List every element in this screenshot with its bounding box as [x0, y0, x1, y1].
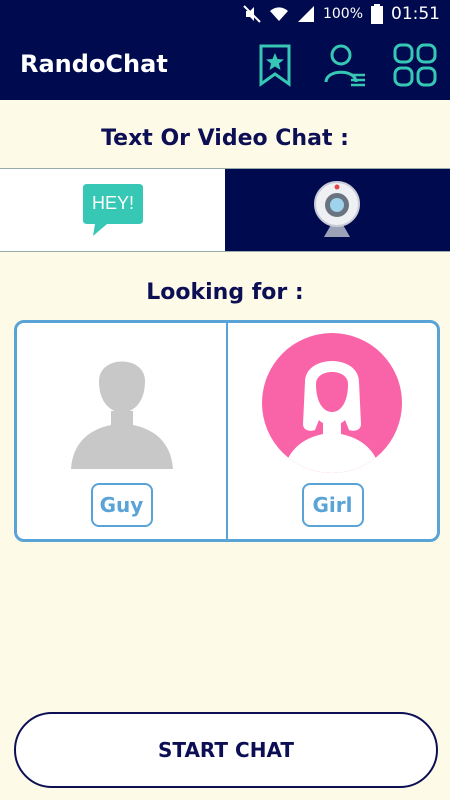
start-chat-button[interactable]: START CHAT — [14, 712, 438, 788]
chat-mode-heading: Text Or Video Chat : — [101, 126, 349, 151]
video-chat-option[interactable] — [225, 169, 450, 251]
app-bar: RandoChat — [0, 30, 450, 100]
wifi-icon — [269, 7, 288, 22]
mute-icon — [243, 5, 261, 23]
gender-selector: Guy Girl — [14, 320, 440, 542]
clock: 01:51 — [391, 4, 440, 24]
status-bar: 100% 01:51 — [0, 0, 450, 30]
battery-percent: 100% — [322, 6, 363, 22]
guy-option[interactable]: Guy — [17, 323, 226, 539]
profile-list-icon[interactable] — [321, 42, 367, 88]
favorites-bookmark-icon[interactable] — [252, 42, 298, 88]
guy-button[interactable]: Guy — [90, 483, 153, 527]
male-avatar-icon — [71, 361, 173, 469]
chat-mode-selector: HEY! — [0, 168, 450, 252]
hey-bubble-text: HEY! — [91, 193, 134, 213]
apps-grid-icon[interactable] — [392, 42, 438, 88]
looking-for-heading: Looking for : — [146, 280, 304, 305]
girl-option[interactable]: Girl — [226, 323, 437, 539]
female-avatar-icon — [262, 333, 402, 473]
battery-icon — [371, 4, 383, 24]
girl-button[interactable]: Girl — [301, 483, 364, 527]
signal-icon — [297, 6, 314, 22]
webcam-icon — [314, 181, 360, 237]
text-chat-option[interactable]: HEY! — [0, 169, 225, 251]
app-title: RandoChat — [20, 50, 168, 78]
